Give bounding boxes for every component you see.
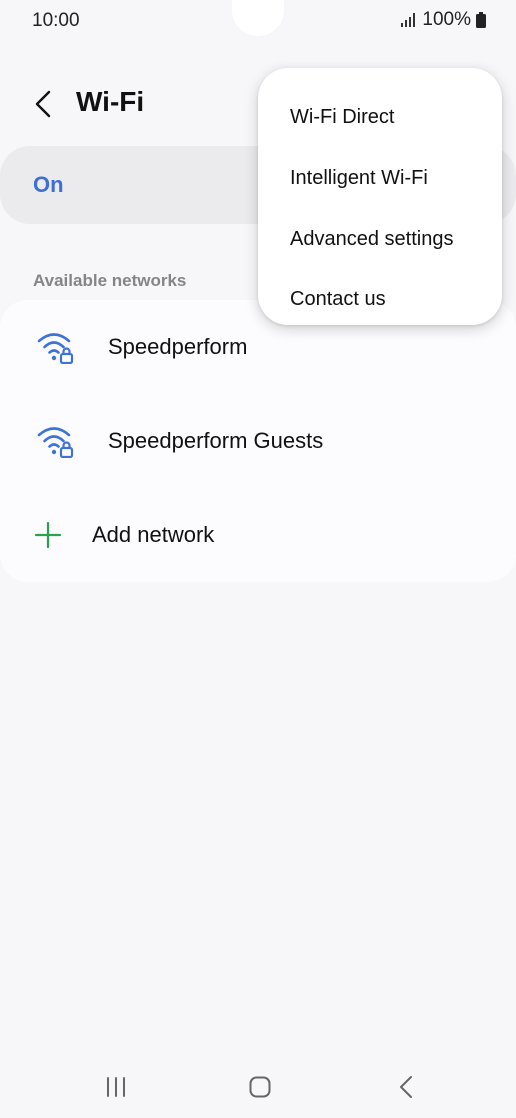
add-network-label: Add network	[92, 522, 215, 547]
home-button[interactable]	[240, 1072, 280, 1102]
network-name: Speedperform Guests	[108, 428, 324, 453]
overflow-menu: Wi-Fi Direct Intelligent Wi-Fi Advanced …	[258, 68, 502, 325]
chevron-left-icon	[400, 1076, 412, 1098]
menu-item-label: Contact us	[290, 288, 386, 310]
status-bar: 10:00 100%	[0, 0, 516, 44]
section-title-available-networks: Available networks	[33, 271, 187, 290]
status-indicators: 100%	[401, 9, 486, 31]
camera-notch	[232, 0, 284, 36]
back-nav-button[interactable]	[386, 1072, 426, 1102]
wifi-toggle-label: On	[33, 172, 64, 197]
signal-icon	[401, 13, 416, 27]
menu-item-label: Intelligent Wi-Fi	[290, 167, 428, 189]
menu-item-contact-us[interactable]: Contact us	[258, 264, 502, 324]
battery-icon	[476, 12, 486, 28]
networks-list: Speedperform Speedperform Guests Add net…	[0, 300, 516, 582]
wifi-lock-icon	[37, 427, 74, 458]
status-time: 10:00	[32, 10, 80, 31]
screen: 10:00 100% Wi-Fi On Available networks S…	[0, 0, 516, 1118]
menu-item-wifi-direct[interactable]: Wi-Fi Direct	[258, 82, 502, 142]
home-icon	[249, 1076, 271, 1098]
menu-item-intelligent-wifi[interactable]: Intelligent Wi-Fi	[258, 143, 502, 203]
back-button[interactable]	[26, 84, 60, 124]
add-network-button[interactable]: Add network	[0, 488, 516, 582]
page-title: Wi-Fi	[76, 86, 145, 117]
menu-item-label: Wi-Fi Direct	[290, 106, 395, 128]
plus-icon	[34, 521, 62, 549]
recent-apps-button[interactable]	[96, 1072, 136, 1102]
battery-level: 100%	[422, 9, 471, 30]
navigation-bar	[0, 1060, 516, 1112]
wifi-lock-icon	[37, 333, 74, 364]
menu-item-advanced-settings[interactable]: Advanced settings	[258, 204, 502, 264]
chevron-left-icon	[35, 90, 51, 118]
network-item-speedperform-guests[interactable]: Speedperform Guests	[0, 394, 516, 488]
network-name: Speedperform	[108, 334, 248, 359]
recent-apps-icon	[107, 1077, 125, 1097]
menu-item-label: Advanced settings	[290, 228, 454, 250]
